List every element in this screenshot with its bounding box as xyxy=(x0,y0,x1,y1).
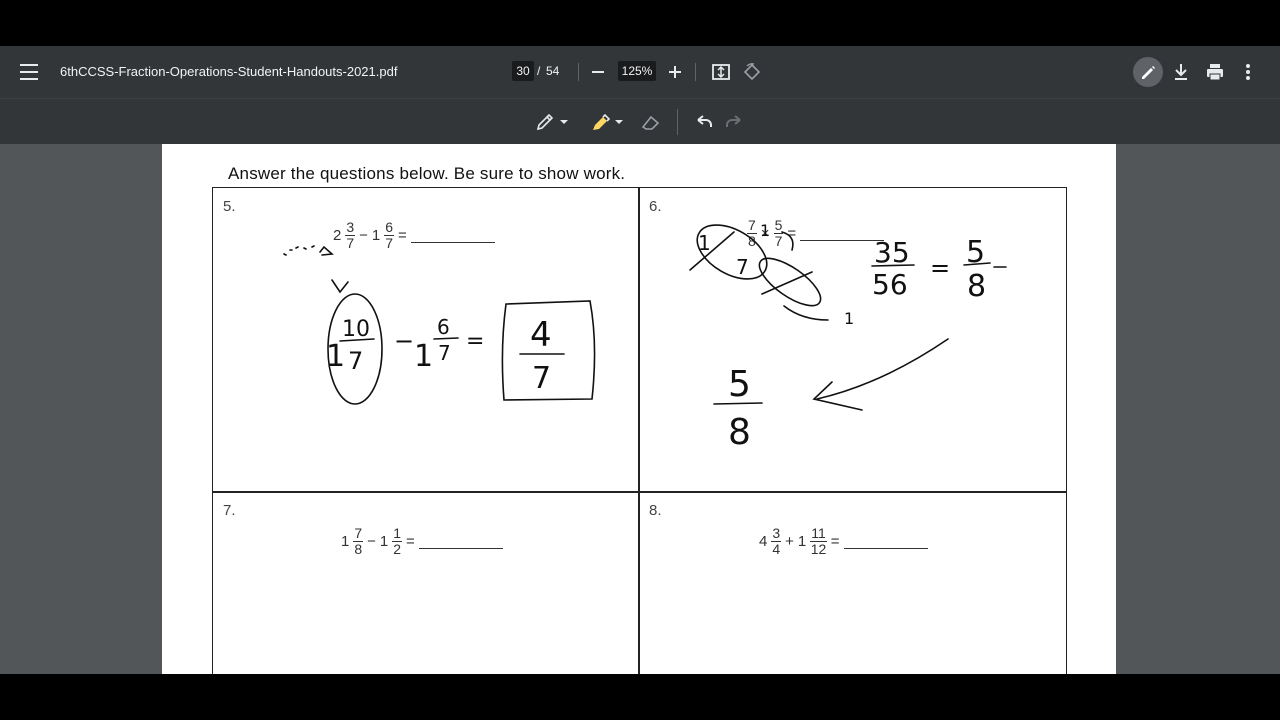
numerator: 3 xyxy=(771,525,782,542)
pen-tool-icon[interactable] xyxy=(535,112,569,132)
denominator: 7 xyxy=(346,235,355,251)
fraction: 67 xyxy=(384,219,395,251)
fraction: 57 xyxy=(773,217,784,249)
numerator: 5 xyxy=(773,217,784,234)
zoom-level-input[interactable]: 125% xyxy=(618,61,656,81)
eraser-tool-icon[interactable] xyxy=(640,112,662,132)
whole-number: 1 xyxy=(341,533,350,550)
answer-blank xyxy=(800,226,885,241)
question-number: 6. xyxy=(649,198,662,215)
pen-icon xyxy=(1142,66,1155,79)
fraction: 78 xyxy=(353,525,364,557)
denominator: 2 xyxy=(393,541,402,557)
whole-number: 1 xyxy=(797,533,807,550)
instructions-text: Answer the questions below. Be sure to s… xyxy=(228,164,626,183)
document-title: 6thCCSS-Fraction-Operations-Student-Hand… xyxy=(60,64,398,79)
more-options-icon[interactable] xyxy=(1240,62,1256,82)
pdf-viewer: 6thCCSS-Fraction-Operations-Student-Hand… xyxy=(0,46,1280,674)
zoom-out-button[interactable] xyxy=(590,62,606,82)
numerator: 6 xyxy=(384,219,395,236)
denominator: 8 xyxy=(354,541,363,557)
question-grid: 5. 2 37 − 1 67 = 6. 78 × 57 = 7. 1 7 8 −… xyxy=(212,187,1067,674)
question-number: 7. xyxy=(223,502,236,519)
denominator: 7 xyxy=(385,235,394,251)
numerator: 3 xyxy=(345,219,356,236)
whole-number: 4 xyxy=(759,533,768,550)
toolbar-divider xyxy=(578,63,579,81)
numerator: 11 xyxy=(810,525,827,542)
operator: × xyxy=(760,225,770,242)
denominator: 12 xyxy=(810,541,827,557)
question-number: 5. xyxy=(223,198,236,215)
highlighter-tool-icon[interactable] xyxy=(590,112,624,132)
problem-expression: 2 37 − 1 67 = xyxy=(333,220,495,251)
fraction: 12 xyxy=(392,525,403,557)
operator: + xyxy=(785,533,794,550)
toolbar-divider xyxy=(695,63,696,81)
numerator: 7 xyxy=(747,217,757,234)
zoom-in-button[interactable] xyxy=(667,62,683,82)
equals-sign: = xyxy=(830,533,840,550)
fraction: 34 xyxy=(771,525,782,557)
question-cell-8: 8. 4 34 + 1 11 12 = xyxy=(638,491,1067,674)
problem-expression: 1 78 − 1 12 = xyxy=(341,526,503,557)
question-cell-6: 6. 78 × 57 = xyxy=(638,187,1067,493)
page-total: 54 xyxy=(546,64,560,78)
denominator: 4 xyxy=(772,541,781,557)
denominator: 8 xyxy=(748,233,756,249)
print-icon[interactable] xyxy=(1205,62,1225,82)
equals-sign: = xyxy=(787,225,797,242)
denominator: 7 xyxy=(774,233,783,249)
redo-icon[interactable] xyxy=(724,112,744,132)
annotation-divider xyxy=(677,109,678,135)
numerator: 7 xyxy=(353,525,364,542)
fraction: 78 xyxy=(747,218,757,249)
menu-icon[interactable] xyxy=(20,64,38,80)
answer-blank xyxy=(843,534,928,549)
operator: − xyxy=(359,227,368,244)
fraction: 11 12 xyxy=(810,526,827,557)
equals-sign: = xyxy=(406,533,415,550)
fit-page-icon[interactable] xyxy=(711,62,731,82)
whole-number: 1 xyxy=(379,533,389,550)
whole-number: 2 xyxy=(333,227,342,244)
question-cell-5: 5. 2 37 − 1 67 = xyxy=(212,187,640,493)
answer-blank xyxy=(410,228,495,243)
fraction: 37 xyxy=(345,219,356,251)
operator: − xyxy=(367,533,376,550)
annotate-button[interactable] xyxy=(1133,57,1163,87)
answer-blank xyxy=(418,534,503,549)
equals-sign: = xyxy=(398,227,407,244)
whole-number: 1 xyxy=(371,227,381,244)
page-separator: / xyxy=(537,64,541,78)
question-cell-7: 7. 1 78 − 1 12 = xyxy=(212,491,640,674)
problem-expression: 4 34 + 1 11 12 = xyxy=(759,526,928,557)
numerator: 1 xyxy=(392,525,403,542)
top-toolbar: 6thCCSS-Fraction-Operations-Student-Hand… xyxy=(0,46,1280,98)
page-number-input[interactable]: 30 xyxy=(512,61,534,81)
question-number: 8. xyxy=(649,502,662,519)
rotate-icon[interactable] xyxy=(742,62,762,82)
pdf-page: Answer the questions below. Be sure to s… xyxy=(162,144,1116,674)
undo-icon[interactable] xyxy=(694,112,714,132)
problem-expression: 78 × 57 = xyxy=(747,217,885,249)
download-icon[interactable] xyxy=(1172,62,1190,82)
annotation-toolbar xyxy=(0,98,1280,144)
